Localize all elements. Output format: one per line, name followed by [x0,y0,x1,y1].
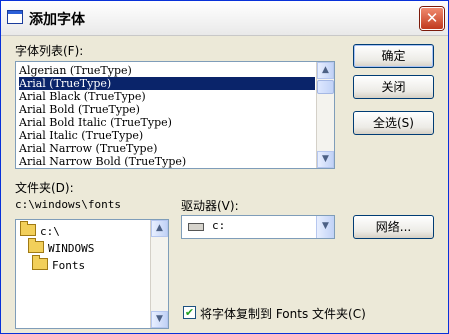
folder-tree[interactable]: c:\ WINDOWS Fonts ▲ ▼ [15,219,169,329]
scroll-down-icon[interactable]: ▼ [151,311,168,328]
list-item[interactable]: Algerian (TrueType) [19,64,315,77]
close-button[interactable]: 关闭 [353,75,434,99]
font-list-label: 字体列表(F): [15,44,84,58]
drive-value: c: [212,219,226,232]
list-item-selected[interactable]: Arial (TrueType) [19,77,315,90]
tree-item-fonts[interactable]: Fonts [32,255,86,274]
drive-select[interactable]: c: ▼ [181,215,335,239]
drive-icon [188,223,204,231]
network-button[interactable]: 网络... [353,215,434,239]
select-all-button[interactable]: 全选(S) [353,111,434,135]
list-item[interactable]: Arial Black (TrueType) [19,90,315,103]
tree-item-label: WINDOWS [48,242,95,255]
list-item[interactable]: Arial Narrow Bold (TrueType) [19,155,315,168]
scroll-up-icon[interactable]: ▲ [151,220,168,237]
title-bar[interactable]: 添加字体 ✕ [1,1,448,36]
list-item[interactable]: Arial Bold (TrueType) [19,103,315,116]
folder-icon [28,238,44,253]
ok-button[interactable]: 确定 [353,44,434,68]
folder-icon [32,255,48,270]
copy-to-fonts-label[interactable]: 将字体复制到 Fonts 文件夹(C) [200,305,366,322]
scroll-down-icon[interactable]: ▼ [317,151,334,168]
add-font-dialog: 添加字体 ✕ 字体列表(F): Algerian (TrueType) Aria… [0,0,449,334]
drives-label: 驱动器(V): [181,199,239,213]
scroll-up-icon[interactable]: ▲ [317,62,334,79]
folder-icon [20,221,36,236]
folder-path: c:\windows\fonts [15,198,121,211]
folder-tree-scrollbar[interactable]: ▲ ▼ [150,220,168,328]
tree-item-label: Fonts [52,259,86,272]
scroll-thumb[interactable] [317,80,334,94]
folder-label: 文件夹(D): [15,181,74,195]
font-list[interactable]: Algerian (TrueType) Arial (TrueType) Ari… [15,61,335,169]
tree-item-drive[interactable]: c:\ [20,221,60,240]
tree-item-label: c:\ [40,225,60,238]
font-list-scrollbar[interactable]: ▲ ▼ [316,62,334,168]
list-item[interactable]: Arial Bold Italic (TrueType) [19,116,315,129]
checkmark-icon: ✔ [184,306,195,319]
list-item[interactable]: Arial Narrow (TrueType) [19,142,315,155]
list-item[interactable]: Arial Italic (TrueType) [19,129,315,142]
dialog-title: 添加字体 [29,12,85,28]
close-icon[interactable]: ✕ [420,7,444,30]
copy-to-fonts-checkbox[interactable]: ✔ [183,306,196,319]
chevron-down-icon[interactable]: ▼ [316,216,334,238]
window-icon [7,10,23,24]
